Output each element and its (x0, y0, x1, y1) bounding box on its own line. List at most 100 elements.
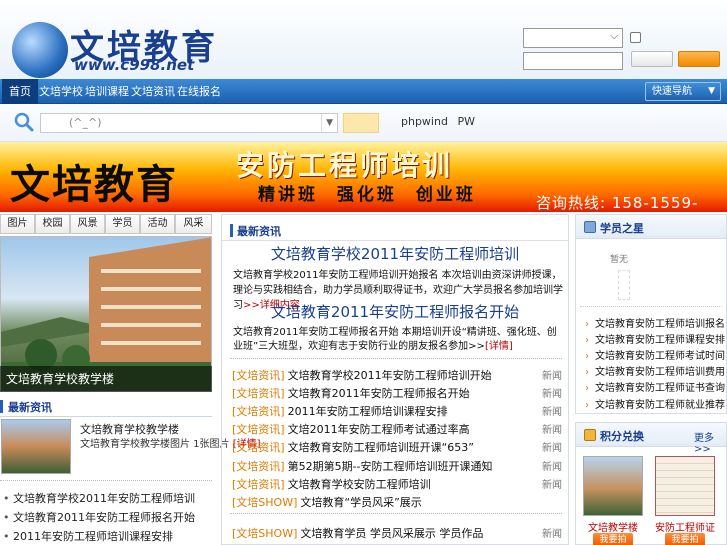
nav-item-courses[interactable]: 培训课程 (85, 79, 129, 104)
left-section-header: 最新资讯 (0, 397, 212, 417)
tab-scenery[interactable]: 风景 (70, 214, 105, 234)
remember-checkbox[interactable] (630, 32, 641, 43)
news-row[interactable]: [文培资讯] 文培教育安防工程师培训班开课“653” 新闻 (232, 439, 562, 455)
news-row[interactable]: [文培SHOW] 文培教育学员 学员风采展示 学员作品 新闻 (232, 525, 562, 541)
news-row[interactable]: [文培SHOW] 文培教育“学员风采”展示 (232, 494, 562, 510)
logo-url[interactable]: www.c998.net (74, 56, 194, 74)
news-title[interactable]: 文培教育学员 学员风采展示 学员作品 (300, 527, 483, 540)
news-row[interactable]: [文培资讯] 文培教育2011年安防工程师报名开始 新闻 (232, 385, 562, 401)
quick-nav-select[interactable]: 快速导航 ▼ (645, 82, 721, 101)
news-title[interactable]: 文培教育学校2011年安防工程师培训开始 (288, 369, 492, 382)
tab-campus[interactable]: 校园 (35, 214, 70, 234)
news-row[interactable]: [文培资讯] 文培教育学校安防工程师培训 新闻 (232, 476, 562, 492)
news-tag[interactable]: [文培资讯] (232, 387, 285, 400)
news-tag[interactable]: [文培SHOW] (232, 527, 297, 540)
thumb-desc-text: 文培教育学校教学楼图片 1张图片 (80, 439, 230, 450)
search-icon[interactable] (14, 112, 34, 132)
news-title[interactable]: 2011年安防工程师培训课程安排 (288, 405, 448, 418)
list-item[interactable]: 文培教育安防工程师就业推荐 (585, 396, 725, 411)
tab-photos[interactable]: 图片 (0, 214, 35, 234)
nav-item-news[interactable]: 文培资讯 (131, 79, 175, 104)
prize-image[interactable] (583, 456, 643, 516)
news-date: 新闻 (542, 529, 562, 540)
news-title[interactable]: 文培教育“学员风采”展示 (300, 496, 421, 509)
divider (230, 513, 562, 514)
section-bar-icon (0, 400, 3, 413)
list-item[interactable]: 文培教育安防工程师证书查询 (585, 379, 725, 394)
news-tag[interactable]: [文培资讯] (232, 369, 285, 382)
news-date: 新闻 (542, 462, 562, 473)
news-thumbnail[interactable] (1, 419, 71, 474)
news-tag[interactable]: [文培资讯] (232, 478, 285, 491)
list-item[interactable]: 文培教育安防工程师培训费用 (585, 363, 725, 378)
chevron-down-icon[interactable]: ▼ (321, 114, 333, 132)
headline-2-summary: 文培教育2011年安防工程师报名开始 本期培训开设“精讲班、强化班、创业班”三大… (233, 326, 563, 354)
chevron-down-icon: ⌵ (610, 31, 618, 42)
list-item[interactable]: 文培教育2011年安防工程师报名开始 (3, 509, 195, 525)
list-item[interactable]: 文培教育安防工程师培训报名 (585, 315, 725, 330)
password-input[interactable] (523, 52, 623, 70)
headline-2[interactable]: 文培教育2011年安防工程师报名开始 (222, 301, 568, 322)
search-links[interactable]: phpwind PW (401, 115, 475, 128)
list-item[interactable]: 文培教育学校2011年安防工程师培训 (3, 490, 195, 506)
list-item[interactable]: 文培教育安防工程师课程安排 (585, 331, 725, 346)
tab-style[interactable]: 风采 (175, 214, 212, 234)
nav-item-home[interactable]: 首页 (2, 79, 38, 104)
news-tag[interactable]: [文培资讯] (232, 460, 285, 473)
bid-button[interactable]: 我要拍 (665, 533, 705, 545)
section-title: 最新资讯 (237, 225, 281, 238)
news-title[interactable]: 文培教育学校安防工程师培训 (288, 478, 431, 491)
section-title: 学员之星 (600, 222, 644, 235)
news-row[interactable]: [文培资讯] 第52期第5期--安防工程师培训班开课通知 新闻 (232, 458, 562, 474)
news-panel-header: 最新资讯 (222, 221, 568, 241)
register-button[interactable] (678, 51, 720, 67)
news-row[interactable]: [文培资讯] 文培教育学校2011年安防工程师培训开始 新闻 (232, 367, 562, 383)
tab-activities[interactable]: 活动 (140, 214, 175, 234)
main-nav: 首页 文培学校 培训课程 文培资讯 在线报名 (0, 79, 727, 104)
nav-item-signup[interactable]: 在线报名 (177, 79, 221, 104)
prize-label[interactable]: 安防工程师证 (655, 519, 715, 534)
prize-label[interactable]: 文培教学楼 (583, 519, 643, 534)
banner-brand: 文培教育 (10, 161, 178, 208)
search-button[interactable] (343, 113, 379, 133)
news-title[interactable]: 文培教育2011年安防工程师报名开始 (288, 387, 470, 400)
photo-caption[interactable]: 文培教育学校教学楼 (0, 366, 212, 392)
avatar-placeholder (618, 270, 630, 300)
tab-students[interactable]: 学员 (105, 214, 140, 234)
section-bar-icon (230, 224, 233, 237)
list-item[interactable]: 文培教育安防工程师考试时间 (585, 347, 725, 362)
news-title[interactable]: 第52期第5期--安防工程师培训班开课通知 (288, 460, 493, 473)
news-tag[interactable]: [文培SHOW] (232, 496, 297, 509)
search-input[interactable]: (^_^) ▼ (40, 113, 338, 133)
news-tag[interactable]: [文培资讯] (232, 423, 285, 436)
news-tag[interactable]: [文培资讯] (232, 441, 285, 454)
image-icon (584, 221, 596, 233)
divider (230, 358, 562, 359)
news-date: 新闻 (542, 425, 562, 436)
banner-title: 安防工程师培训 (236, 149, 454, 182)
news-row[interactable]: [文培资讯] 2011年安防工程师培训课程安排 新闻 (232, 403, 562, 419)
section-title: 最新资讯 (8, 401, 52, 414)
news-tag[interactable]: [文培资讯] (232, 405, 285, 418)
news-date: 新闻 (542, 389, 562, 400)
nav-item-school[interactable]: 文培学校 (39, 79, 83, 104)
headline-2-more-link[interactable]: [详情] (485, 341, 513, 352)
news-title[interactable]: 文培2011年安防工程师考试通过率高 (288, 423, 470, 436)
more-link[interactable]: 更多>> (694, 429, 727, 455)
news-date: 新闻 (542, 371, 562, 382)
news-date: 新闻 (542, 443, 562, 454)
star-students-header: 学员之星 (576, 215, 726, 239)
news-title[interactable]: 文培教育安防工程师培训班开课“653” (288, 441, 474, 454)
section-title: 积分兑换 (600, 430, 644, 443)
logo-globe-icon[interactable] (12, 22, 68, 78)
login-button[interactable] (631, 51, 673, 67)
bid-button[interactable]: 我要拍 (593, 533, 633, 545)
news-row[interactable]: [文培资讯] 文培2011年安防工程师考试通过率高 新闻 (232, 421, 562, 437)
gift-icon (584, 429, 596, 441)
headline-1[interactable]: 文培教育学校2011年安防工程师培训 (222, 243, 568, 264)
prize-image[interactable] (655, 456, 715, 516)
list-item[interactable]: 2011年安防工程师培训课程安排 (3, 528, 173, 544)
divider (580, 306, 722, 307)
news-date: 新闻 (542, 480, 562, 491)
login-type-select[interactable]: ⌵ (523, 28, 623, 48)
